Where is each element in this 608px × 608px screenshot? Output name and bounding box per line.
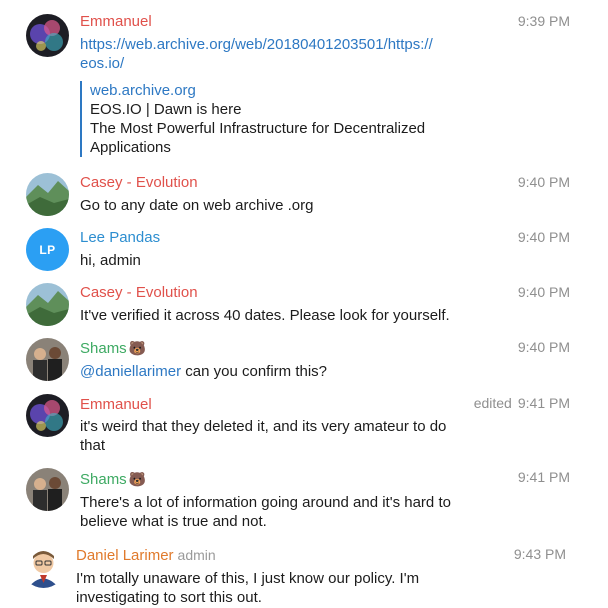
avatar[interactable] bbox=[26, 468, 69, 511]
message-time: 9:43 PM bbox=[513, 546, 566, 562]
message-time-value: 9:41 PM bbox=[517, 395, 570, 411]
avatar[interactable] bbox=[26, 14, 69, 57]
sender-name[interactable]: Shams 🐻 bbox=[80, 471, 146, 488]
bear-emoji-icon: 🐻 bbox=[128, 340, 147, 356]
sender-name[interactable]: Casey - Evolution bbox=[80, 174, 198, 191]
avatar[interactable] bbox=[26, 338, 69, 381]
message-time: 9:39 PM bbox=[517, 13, 570, 29]
sender-name[interactable]: Emmanuel bbox=[80, 13, 152, 30]
message-time: edited 9:41 PM bbox=[474, 395, 570, 411]
edited-label: edited bbox=[473, 395, 512, 411]
preview-description-continued: Applications bbox=[90, 139, 171, 156]
message-text: @daniellarimer can you confirm this? bbox=[80, 362, 520, 381]
message-link-continued[interactable]: eos.io/ bbox=[80, 54, 520, 73]
preview-title: EOS.IO | Dawn is here bbox=[90, 101, 242, 118]
message-text: Go to any date on web archive .org bbox=[80, 197, 314, 214]
preview-description: The Most Powerful Infrastructure for Dec… bbox=[90, 120, 426, 137]
avatar[interactable] bbox=[22, 545, 65, 588]
bear-emoji-icon: 🐻 bbox=[128, 471, 147, 487]
message-text: hi, admin bbox=[80, 252, 141, 269]
avatar[interactable] bbox=[26, 283, 69, 326]
message-time: 9:40 PM bbox=[517, 174, 570, 190]
avatar[interactable] bbox=[26, 394, 69, 437]
mention-link[interactable]: @daniellarimer bbox=[80, 363, 181, 380]
admin-badge: admin bbox=[177, 547, 216, 563]
avatar[interactable] bbox=[26, 173, 69, 216]
preview-site: web.archive.org bbox=[90, 82, 196, 99]
sender-name-text: Daniel Larimer bbox=[76, 547, 174, 564]
message-text-body: can you confirm this? bbox=[181, 363, 328, 380]
link-preview[interactable]: web.archive.org EOS.IO | Dawn is here Th… bbox=[80, 81, 500, 157]
message-text: I'm totally unaware of this, I just know… bbox=[76, 570, 420, 587]
message-link[interactable]: https://web.archive.org/web/201804012035… bbox=[80, 35, 520, 54]
sender-name[interactable]: Lee Pandas bbox=[80, 229, 160, 246]
message-text: There's a lot of information going aroun… bbox=[80, 494, 451, 511]
message-text-continued: that bbox=[80, 437, 106, 454]
sender-name[interactable]: Daniel Larimer admin bbox=[76, 547, 216, 564]
message-text: it's weird that they deleted it, and its… bbox=[80, 418, 447, 435]
message-time: 9:40 PM bbox=[517, 339, 570, 355]
message-time: 9:40 PM bbox=[517, 229, 570, 245]
sender-name-text: Shams bbox=[80, 471, 127, 488]
message-text: It've verified it across 40 dates. Pleas… bbox=[80, 307, 450, 324]
message-text-continued: believe what is true and not. bbox=[80, 513, 267, 530]
message-time: 9:40 PM bbox=[517, 284, 570, 300]
avatar[interactable]: LP bbox=[26, 228, 69, 271]
message-time: 9:41 PM bbox=[517, 469, 570, 485]
sender-name-text: Shams bbox=[80, 340, 127, 357]
message-text-continued: investigating to sort this out. bbox=[76, 589, 262, 606]
sender-name[interactable]: Shams 🐻 bbox=[80, 340, 146, 357]
sender-name[interactable]: Emmanuel bbox=[80, 396, 152, 413]
sender-name[interactable]: Casey - Evolution bbox=[80, 284, 198, 301]
